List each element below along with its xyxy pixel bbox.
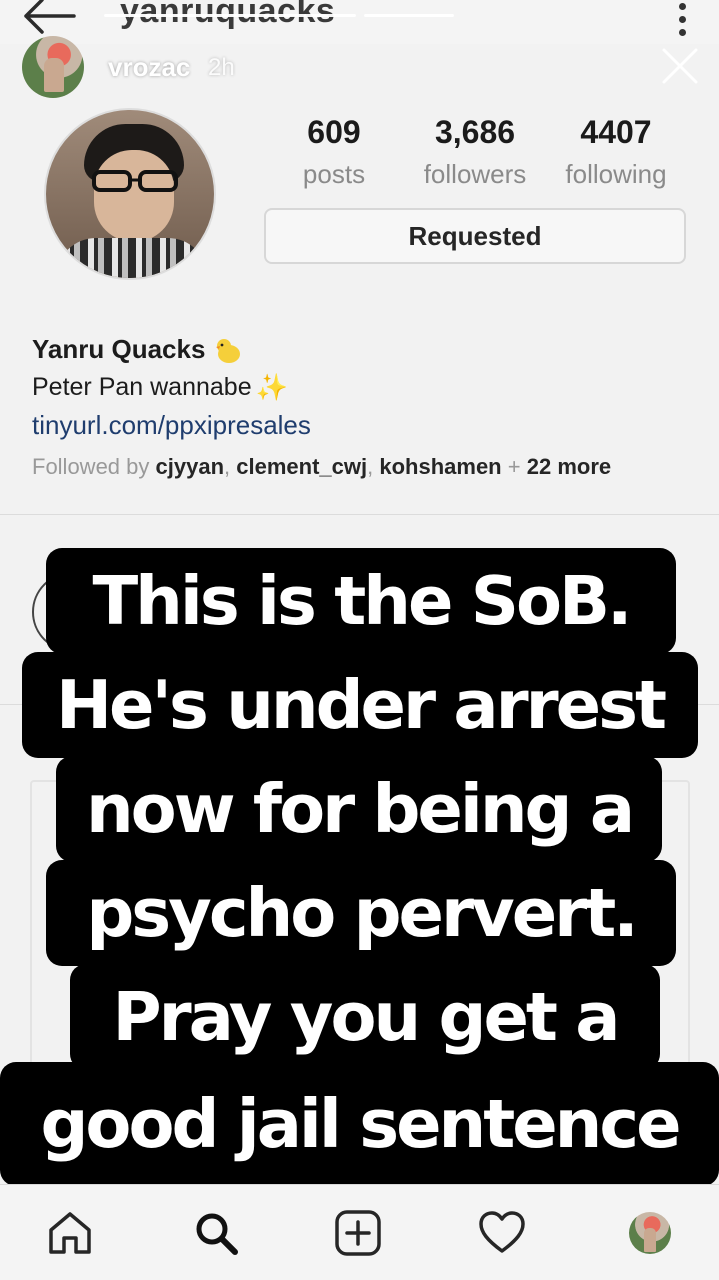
followers-label: followers [423, 159, 527, 189]
nav-search[interactable] [190, 1207, 242, 1259]
follower-name-3[interactable]: kohshamen [379, 454, 501, 479]
story-progress-bar-1 [104, 14, 356, 17]
followed-by-line[interactable]: Followed by cjyyan, clement_cwj, kohsham… [32, 454, 611, 480]
back-arrow-icon[interactable] [22, 0, 78, 36]
profile-link[interactable]: tinyurl.com/ppxipresales [32, 410, 311, 441]
more-vertical-icon[interactable] [672, 0, 692, 36]
followers-count: 3,686 [434, 114, 516, 150]
following-count: 4407 [580, 114, 652, 150]
posts-count: 609 [307, 114, 361, 150]
nav-profile[interactable] [624, 1207, 676, 1259]
baby-chick-icon [216, 338, 241, 363]
caption-line-3: now for being a [56, 756, 662, 862]
caption-line-2: He's under arrest [22, 652, 698, 758]
caption-line-4: psycho pervert. [46, 860, 676, 966]
requested-button[interactable]: Requested [264, 208, 686, 264]
nav-activity[interactable] [476, 1207, 528, 1259]
profile-bio-row: Peter Pan wannabe ✨ [32, 372, 288, 403]
story-username[interactable]: vrozac [108, 52, 190, 83]
profile-bio: Peter Pan wannabe [32, 373, 252, 401]
caption-line-1: This is the SoB. [46, 548, 676, 654]
new-post-icon [335, 1210, 381, 1256]
stat-following[interactable]: 4407 following [556, 114, 676, 190]
stat-followers[interactable]: 3,686 followers [414, 114, 536, 190]
posts-label: posts [302, 159, 366, 189]
followers-more[interactable]: 22 more [527, 454, 611, 479]
close-icon[interactable] [660, 46, 700, 86]
follower-name-2[interactable]: clement_cwj [236, 454, 367, 479]
profile-name-row: Yanru Quacks [32, 334, 243, 365]
profile-picture [44, 108, 216, 280]
search-icon [196, 1213, 238, 1255]
profile-avatar-icon [629, 1212, 671, 1254]
heart-icon [479, 1211, 525, 1253]
stat-posts[interactable]: 609 posts [292, 114, 376, 190]
profile-top-bar [0, 0, 719, 44]
nav-new-post[interactable] [332, 1207, 384, 1259]
profile-display-name: Yanru Quacks [32, 334, 206, 364]
bottom-nav [0, 1184, 719, 1280]
followed-by-prefix: Followed by [32, 454, 150, 479]
home-icon [49, 1212, 91, 1254]
story-user-avatar[interactable] [22, 36, 84, 98]
divider [0, 514, 719, 515]
following-label: following [565, 159, 667, 189]
nav-home[interactable] [44, 1207, 96, 1259]
story-timestamp: 2h [208, 54, 235, 81]
caption-line-6: good jail sentence [0, 1062, 719, 1186]
sparkles-icon: ✨ [255, 372, 288, 402]
caption-line-5: Pray you get a [70, 964, 660, 1070]
follower-name-1[interactable]: cjyyan [156, 454, 225, 479]
story-progress-bar-2 [364, 14, 454, 17]
